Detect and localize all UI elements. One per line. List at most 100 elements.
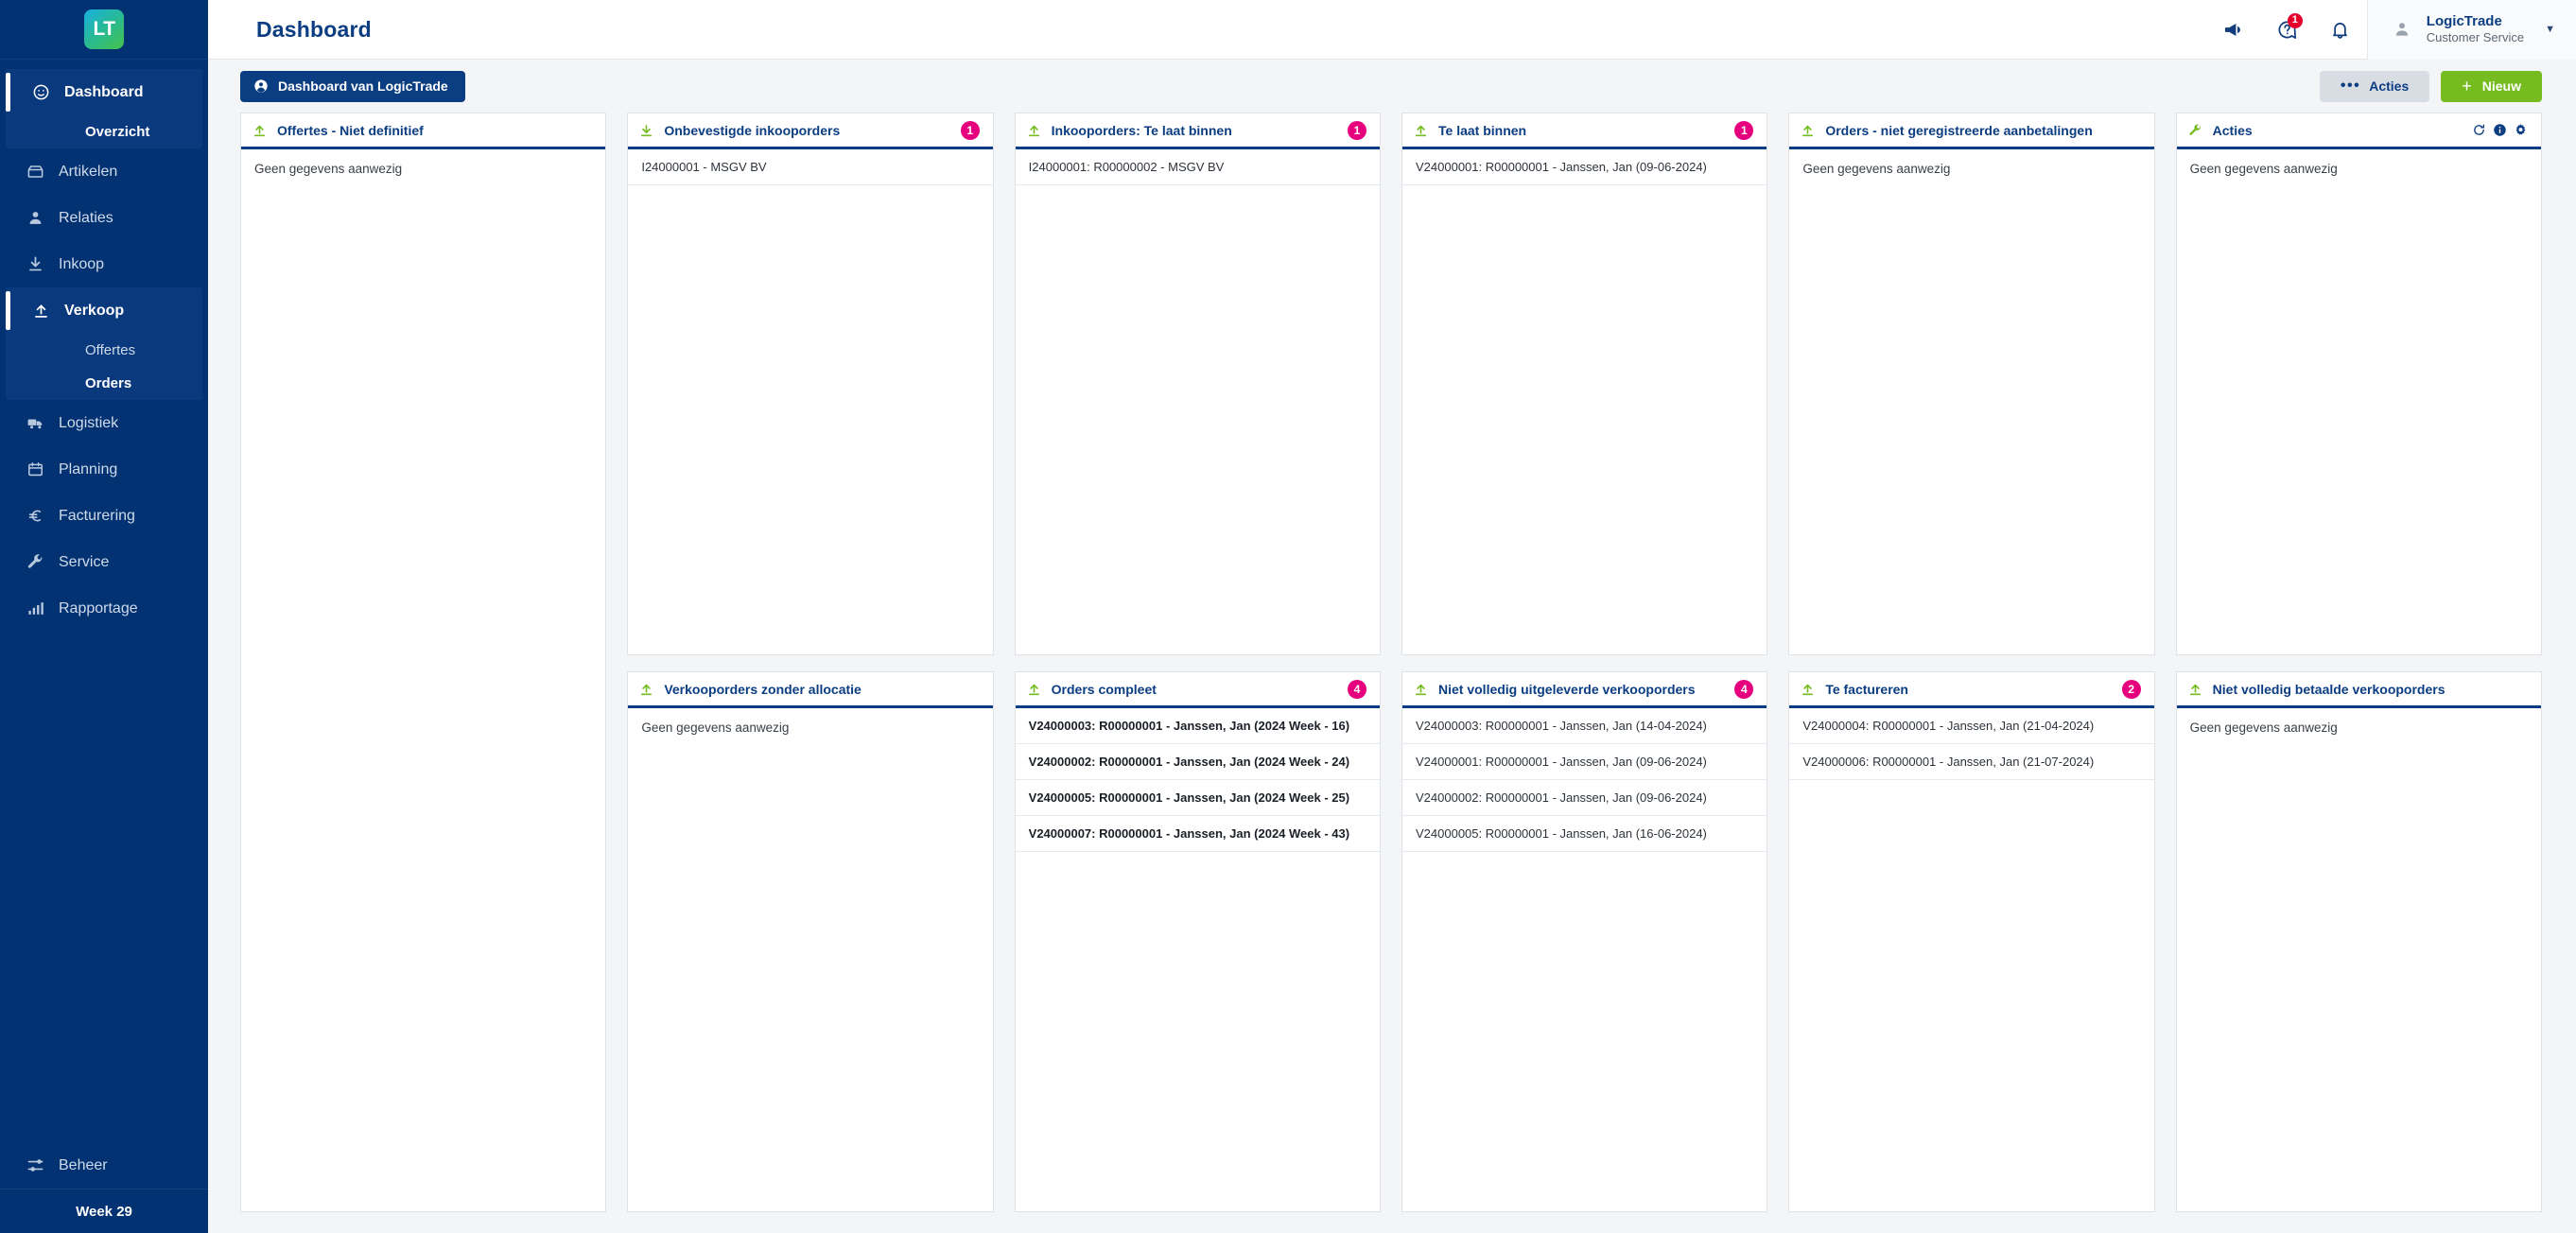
sidebar-item-label: Dashboard: [64, 83, 144, 100]
widget-body: Geen gegevens aanwezig: [2177, 149, 2541, 654]
sidebar-item-offertes[interactable]: Offertes: [6, 334, 202, 367]
gear-icon[interactable]: [2514, 123, 2528, 137]
widget-body: V24000003: R00000001 - Janssen, Jan (14-…: [1402, 708, 1767, 1211]
logo-container[interactable]: LT: [0, 0, 208, 60]
list-item[interactable]: V24000005: R00000001 - Janssen, Jan (202…: [1015, 780, 1380, 816]
euro-icon: [26, 507, 59, 525]
widget-header: Offertes - Niet definitief: [241, 113, 606, 149]
sidebar-item-dashboard[interactable]: Dashboard: [6, 69, 202, 115]
help-badge: 1: [2287, 12, 2303, 28]
widget-header: Onbevestigde inkooporders 1: [628, 113, 993, 149]
list-item[interactable]: V24000001: R00000001 - Janssen, Jan (09-…: [1402, 744, 1767, 780]
user-circle-icon: [253, 78, 269, 94]
sidebar-item-orders[interactable]: Orders: [6, 367, 202, 400]
megaphone-icon[interactable]: [2208, 0, 2261, 60]
upload-arrow-icon: [1414, 123, 1438, 138]
avatar: [2393, 20, 2411, 39]
list-item[interactable]: V24000004: R00000001 - Janssen, Jan (21-…: [1789, 708, 2154, 744]
info-icon[interactable]: [2493, 123, 2507, 137]
list-item[interactable]: V24000003: R00000001 - Janssen, Jan (202…: [1015, 708, 1380, 744]
sidebar-item-logistiek[interactable]: Logistiek: [0, 400, 208, 446]
widget-title: Te factureren: [1825, 681, 1908, 697]
sidebar-item-planning[interactable]: Planning: [0, 446, 208, 493]
action-bar: Dashboard van LogicTrade ••• Acties + Ni…: [208, 60, 2576, 113]
dashboard-selector-button[interactable]: Dashboard van LogicTrade: [240, 70, 465, 102]
list-item[interactable]: I24000001: R00000002 - MSGV BV: [1015, 149, 1380, 185]
empty-message: Geen gegevens aanwezig: [2189, 162, 2338, 176]
empty-message: Geen gegevens aanwezig: [1802, 162, 1951, 176]
widget-header: Orders compleet 4: [1015, 672, 1380, 708]
list-item[interactable]: V24000003: R00000001 - Janssen, Jan (14-…: [1402, 708, 1767, 744]
nieuw-button[interactable]: + Nieuw: [2441, 70, 2542, 102]
list-item[interactable]: V24000001: R00000001 - Janssen, Jan (09-…: [1402, 149, 1767, 185]
widget-body: V24000001: R00000001 - Janssen, Jan (09-…: [1402, 149, 1767, 654]
sidebar-item-facturering[interactable]: Facturering: [0, 493, 208, 539]
sidebar-item-overzicht[interactable]: Overzicht: [6, 115, 202, 148]
widget-card: Te laat binnen 1 V24000001: R00000001 - Ja…: [1401, 113, 1768, 655]
widget-body: V24000003: R00000001 - Janssen, Jan (202…: [1015, 708, 1380, 1211]
upload-arrow-icon: [1027, 123, 1052, 138]
sidebar-item-rapportage[interactable]: Rapportage: [0, 585, 208, 632]
list-item[interactable]: V24000002: R00000001 - Janssen, Jan (09-…: [1402, 780, 1767, 816]
sidebar-item-service[interactable]: Service: [0, 539, 208, 585]
widget-card: Verkooporders zonder allocatie Geen gegev…: [627, 671, 994, 1212]
acties-label: Acties: [2369, 78, 2410, 94]
sidebar-bottom: Beheer Week 29: [0, 1142, 208, 1233]
upload-arrow-icon: [1027, 682, 1052, 697]
acties-button[interactable]: ••• Acties: [2319, 70, 2430, 102]
user-icon: [26, 209, 59, 227]
sidebar-item-label: Logistiek: [59, 414, 119, 431]
widget-body: V24000004: R00000001 - Janssen, Jan (21-…: [1789, 708, 2154, 1211]
user-name: LogicTrade: [2426, 12, 2502, 29]
widget-body: Geen gegevens aanwezig: [2177, 708, 2541, 1211]
page-title: Dashboard: [256, 16, 372, 42]
widget-card: Te factureren 2 V24000004: R00000001 - Jan…: [1788, 671, 2155, 1212]
list-item[interactable]: V24000005: R00000001 - Janssen, Jan (16-…: [1402, 816, 1767, 852]
bell-icon[interactable]: [2314, 0, 2367, 60]
widget-count-badge: 1: [1734, 120, 1754, 140]
top-header: Dashboard 1 LogicTrade Customer Service …: [208, 0, 2576, 60]
widget-header: Verkooporders zonder allocatie: [628, 672, 993, 708]
widget-tools: [2472, 123, 2528, 137]
upload-arrow-icon: [1801, 682, 1825, 697]
main-area: Dashboard 1 LogicTrade Customer Service …: [208, 0, 2576, 1233]
help-circle-icon[interactable]: 1: [2261, 0, 2314, 60]
download-arrow-icon: [639, 123, 664, 138]
sidebar-item-label: Planning: [59, 460, 118, 478]
wrench-icon: [2188, 123, 2213, 138]
widget-header: Acties: [2176, 113, 2541, 149]
upload-arrow-icon: [252, 123, 277, 138]
empty-message: Geen gegevens aanwezig: [641, 721, 790, 735]
widget-grid: Offertes - Niet definitief Geen gegevens …: [240, 113, 2542, 1212]
upload-arrow-icon: [1414, 682, 1438, 697]
sidebar-item-verkoop[interactable]: Verkoop: [6, 287, 202, 334]
nieuw-label: Nieuw: [2481, 78, 2521, 94]
sidebar-item-artikelen[interactable]: Artikelen: [0, 148, 208, 195]
widget-title: Orders compleet: [1051, 681, 1157, 697]
widget-body: Geen gegevens aanwezig: [1789, 149, 2153, 654]
sidebar-item-inkoop[interactable]: Inkoop: [0, 241, 208, 287]
sidebar-item-label: Verkoop: [64, 302, 125, 319]
list-item[interactable]: I24000001 - MSGV BV: [628, 149, 993, 185]
list-item[interactable]: V24000007: R00000001 - Janssen, Jan (202…: [1015, 816, 1380, 852]
user-role: Customer Service: [2426, 30, 2525, 45]
sidebar: LT Dashboard Overzicht Artikelen Relatie…: [0, 0, 208, 1233]
sidebar-item-label: Facturering: [59, 507, 135, 524]
sidebar-item-beheer[interactable]: Beheer: [0, 1142, 208, 1189]
sidebar-group-dashboard: Dashboard Overzicht: [6, 69, 202, 148]
refresh-icon[interactable]: [2472, 123, 2486, 137]
upload-arrow-icon: [2188, 682, 2213, 697]
sidebar-group-verkoop: Verkoop Offertes Orders: [6, 287, 202, 400]
list-item[interactable]: V24000002: R00000001 - Janssen, Jan (202…: [1015, 744, 1380, 780]
box-icon: [26, 163, 59, 181]
user-menu[interactable]: LogicTrade Customer Service ▼: [2366, 0, 2576, 60]
upload-arrow-icon: [639, 682, 664, 697]
header-actions: 1 LogicTrade Customer Service ▼: [2208, 0, 2576, 60]
widget-header: Orders - niet geregistreerde aanbetaling…: [1789, 113, 2154, 149]
sidebar-item-relaties[interactable]: Relaties: [0, 195, 208, 241]
sidebar-item-label: Rapportage: [59, 599, 138, 616]
widget-body: I24000001 - MSGV BV: [628, 149, 993, 654]
widget-card: Orders compleet 4 V24000003: R00000001 - J…: [1014, 671, 1381, 1212]
list-item[interactable]: V24000006: R00000001 - Janssen, Jan (21-…: [1789, 744, 2154, 780]
widget-title: Offertes - Niet definitief: [277, 122, 424, 138]
